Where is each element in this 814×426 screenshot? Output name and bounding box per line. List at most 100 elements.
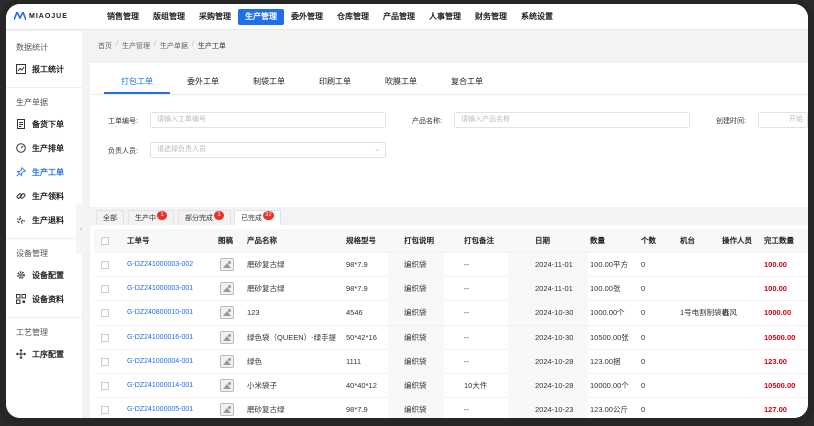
status-tab-done[interactable]: 已完成 32 — [234, 210, 281, 225]
breadcrumb-item-production[interactable]: 生产管理 — [122, 41, 150, 51]
main-content: 首页 / 生产管理 / 生产单据 / 生产工单 打包工单 委外工单 制袋工单 印刷工单… — [90, 31, 808, 418]
sidebar-item-picking[interactable]: 生产领料 — [6, 184, 82, 208]
table-row[interactable]: G-DZ241000004-001 绿色 1111 编织袋 -- 2024-10-28 12… — [94, 349, 808, 374]
cell-done-qty: 1000.00 — [764, 308, 792, 318]
table-row[interactable]: G-DZ241000005-001 磨砂复古绿 98*7.9 编织袋 -- 2024-10… — [94, 398, 808, 418]
order-type-tab[interactable]: 制袋工单 — [236, 70, 302, 94]
row-checkbox[interactable] — [101, 333, 109, 342]
column-header-product[interactable]: 产品名称 — [247, 229, 277, 253]
top-bar: MIAOJUE 销售管理 版组管理 采购管理 生产管理 委外管理 仓库管理 产品管理 人事管理… — [6, 4, 808, 30]
column-header-pack-note[interactable]: 打包备注 — [464, 229, 494, 253]
cell-machine — [680, 398, 736, 418]
top-nav-item[interactable]: 委外管理 — [284, 9, 330, 25]
logo[interactable]: MIAOJUE — [14, 12, 68, 20]
order-no-input[interactable]: 请输入工单编号 — [150, 112, 386, 128]
column-header-date[interactable]: 日期 — [535, 229, 550, 253]
order-type-tab[interactable]: 打包工单 — [104, 70, 170, 94]
cell-qty: 1000.00个 — [590, 308, 625, 318]
sidebar-item-label: 工序配置 — [32, 349, 64, 359]
row-checkbox[interactable] — [101, 357, 109, 366]
status-tab-partial[interactable]: 部分完成 1 — [178, 210, 231, 225]
sidebar-item-stock-order[interactable]: 备货下单 — [6, 112, 82, 136]
order-no-link[interactable]: G-DZ241000005-001 — [127, 398, 193, 418]
order-no-link[interactable]: G-DZ240800010-001 — [127, 301, 193, 325]
cell-pcs: 0 — [641, 332, 646, 342]
cell-pack-note: -- — [464, 308, 469, 318]
image-placeholder-icon[interactable] — [220, 306, 234, 320]
cell-machine — [680, 277, 736, 301]
owner-label: 负责人员: — [108, 148, 138, 155]
order-no-link[interactable]: G-DZ241000003-002 — [127, 253, 193, 277]
cell-date: 2024-11-01 — [535, 284, 573, 294]
document-icon — [17, 119, 25, 129]
created-time-label: 创建时间: — [716, 118, 746, 125]
row-checkbox[interactable] — [101, 261, 109, 269]
image-placeholder-icon[interactable] — [220, 378, 234, 392]
top-nav: 销售管理 版组管理 采购管理 生产管理 委外管理 仓库管理 产品管理 人事管理 财务管理 系统设置 — [100, 9, 560, 25]
status-tab-all[interactable]: 全部 — [96, 210, 124, 225]
sidebar-item-return[interactable]: 生产退料 — [6, 208, 82, 232]
column-header-operator[interactable]: 操作人员 — [722, 229, 752, 253]
column-header-drawing[interactable]: 图稿 — [218, 229, 233, 253]
image-placeholder-icon[interactable] — [220, 354, 234, 368]
sidebar-item-report-stats[interactable]: 报工统计 — [6, 57, 82, 81]
sidebar-collapse-handle[interactable]: ‹ — [76, 204, 86, 254]
top-nav-item[interactable]: 生产管理 — [238, 9, 284, 25]
table-row[interactable]: G-DZ241000003-001 磨砂复古绿 98*7.9 编织袋 -- 2024-11… — [94, 277, 808, 302]
image-placeholder-icon[interactable] — [220, 403, 234, 417]
top-nav-item[interactable]: 版组管理 — [146, 9, 192, 25]
sidebar-item-schedule[interactable]: 生产排单 — [6, 136, 82, 160]
sidebar-item-work-order[interactable]: 生产工单 — [6, 160, 82, 184]
order-type-tab[interactable]: 印刷工单 — [302, 70, 368, 94]
sidebar-item-process-config[interactable]: 工序配置 — [6, 342, 82, 366]
created-time-start-input[interactable]: 开始 — [758, 112, 808, 128]
column-header-spec[interactable]: 规格型号 — [346, 229, 376, 253]
sidebar-item-device-config[interactable]: 设备配置 — [6, 263, 82, 287]
owner-select-placeholder: 请选择负责人员 — [157, 146, 206, 153]
order-no-link[interactable]: G-DZ241000014-001 — [127, 374, 193, 398]
table-row[interactable]: G-DZ241000014-001 小米袋子 40*40*12 编织袋 10大件 2024… — [94, 373, 808, 399]
top-nav-item[interactable]: 销售管理 — [100, 9, 146, 25]
product-name-input[interactable]: 请输入产品名称 — [454, 112, 690, 128]
order-no-link[interactable]: G-DZ241000004-001 — [127, 350, 193, 374]
row-checkbox[interactable] — [101, 309, 109, 318]
top-nav-item[interactable]: 仓库管理 — [330, 9, 376, 25]
top-nav-item[interactable]: 产品管理 — [376, 9, 422, 25]
cell-spec: 98*7.9 — [346, 260, 368, 269]
row-checkbox[interactable] — [101, 285, 109, 294]
top-nav-item[interactable]: 财务管理 — [468, 9, 514, 25]
top-nav-item[interactable]: 采购管理 — [192, 9, 238, 25]
column-header-pcs[interactable]: 个数 — [641, 229, 656, 253]
cell-pack-note: -- — [464, 356, 469, 366]
order-type-tab[interactable]: 委外工单 — [170, 70, 236, 94]
top-nav-item[interactable]: 人事管理 — [422, 9, 468, 25]
order-no-link[interactable]: G-DZ241000003-001 — [127, 277, 193, 301]
sidebar-item-device-data[interactable]: 设备资料 — [6, 287, 82, 311]
top-nav-item[interactable]: 系统设置 — [514, 9, 560, 25]
image-placeholder-icon[interactable] — [220, 282, 234, 296]
status-tab-in-progress[interactable]: 生产中 1 — [128, 210, 174, 225]
column-header-pack-desc[interactable]: 打包说明 — [404, 229, 434, 253]
breadcrumb-item-docs[interactable]: 生产单据 — [160, 41, 188, 51]
cell-pcs: 0 — [641, 308, 646, 318]
order-type-tab[interactable]: 吹膜工单 — [368, 70, 434, 94]
order-no-link[interactable]: G-DZ241000016-001 — [127, 326, 193, 350]
column-header-done-qty[interactable]: 完工数量 — [764, 229, 794, 253]
screen: MIAOJUE 销售管理 版组管理 采购管理 生产管理 委外管理 仓库管理 产品管理 人事管理… — [6, 4, 808, 418]
table-row[interactable]: G-DZ240800010-001 123 4546 编织袋 -- 2024-10-30 1… — [94, 301, 808, 326]
column-header-machine[interactable]: 机台 — [680, 229, 695, 253]
work-order-table: 工单号 图稿 产品名称 规格型号 打包说明 打包备注 日期 数量 个数 机台 操作人员 完工数量 G-D… — [94, 229, 808, 418]
owner-select[interactable]: 请选择负责人员 ⌄ — [150, 142, 386, 158]
row-checkbox[interactable] — [101, 406, 109, 415]
breadcrumb-item-home[interactable]: 首页 — [98, 41, 112, 51]
table-row[interactable]: G-DZ241000003-002 磨砂复古绿 98*7.9 编织袋 -- 2024-11… — [94, 253, 808, 278]
row-checkbox[interactable] — [101, 381, 109, 390]
image-placeholder-icon[interactable] — [220, 258, 234, 271]
column-header-order-no[interactable]: 工单号 — [127, 229, 150, 253]
order-type-tab[interactable]: 复合工单 — [434, 70, 500, 94]
select-all-checkbox[interactable] — [101, 237, 109, 245]
column-header-qty[interactable]: 数量 — [590, 229, 605, 253]
cell-machine — [680, 374, 736, 398]
image-placeholder-icon[interactable] — [220, 330, 234, 344]
table-row[interactable]: G-DZ241000016-001 绿色袋（QUEEN）-绿手提 50*42*16 编… — [94, 325, 808, 350]
